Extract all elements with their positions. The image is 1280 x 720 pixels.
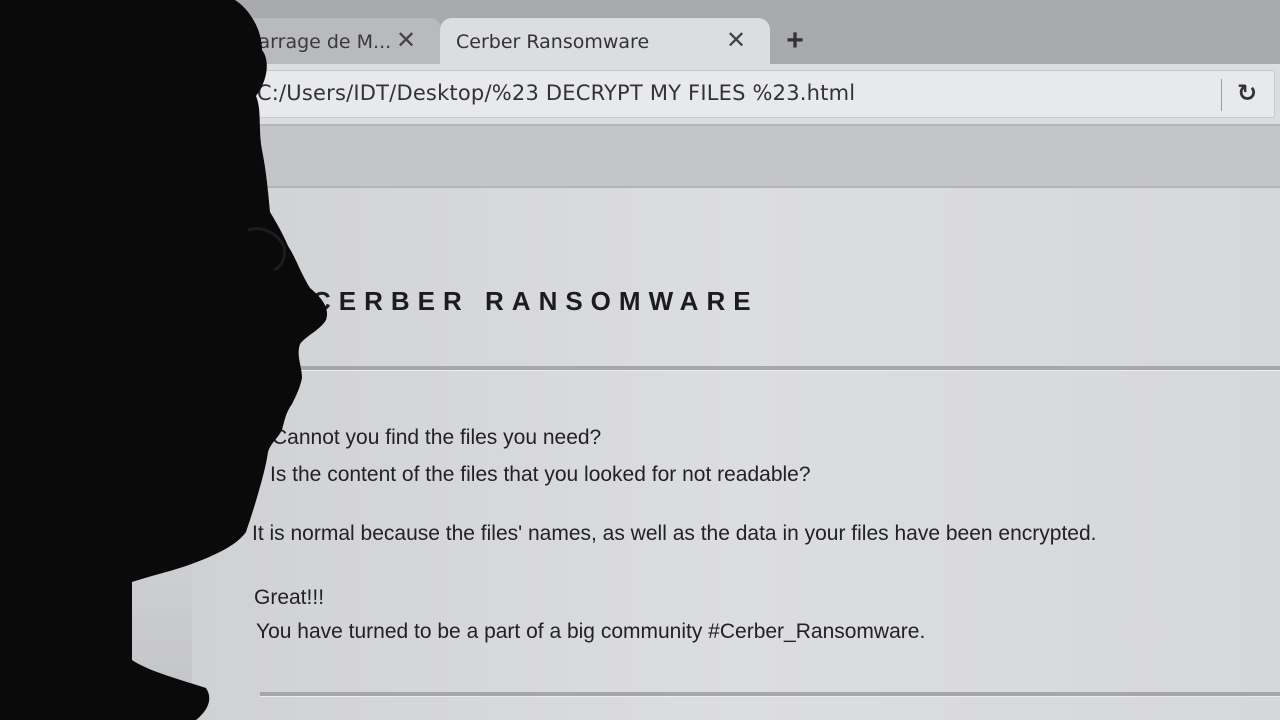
- page-title: CERBER RANSOMWARE: [312, 286, 759, 316]
- close-icon[interactable]: ✕: [724, 28, 748, 52]
- tab-strip: marrage de M... ✕ Cerber Ransomware ✕ +: [0, 0, 1280, 66]
- paragraph: It is normal because the files' names, a…: [252, 522, 1097, 545]
- address-divider: [1221, 79, 1222, 111]
- paragraph: Great!!!: [254, 586, 325, 609]
- paragraph: Is the content of the files that you loo…: [270, 463, 811, 486]
- close-icon[interactable]: ✕: [394, 28, 418, 52]
- page-header-band: [0, 126, 1280, 188]
- plus-icon[interactable]: +: [780, 24, 810, 58]
- address-bar[interactable]: file:///C:/Users/IDT/Desktop/%23 DECRYPT…: [150, 70, 1275, 118]
- ransom-note-page: CERBER RANSOMWARE Cannot you find the fi…: [192, 188, 1280, 720]
- monitor-screen: marrage de M... ✕ Cerber Ransomware ✕ + …: [0, 0, 1280, 720]
- tab-cerber-ransomware[interactable]: Cerber Ransomware ✕: [440, 18, 770, 66]
- reload-icon[interactable]: ↻: [1234, 81, 1260, 107]
- tab-title: Cerber Ransomware: [456, 31, 650, 53]
- tab-inactive[interactable]: marrage de M... ✕: [200, 18, 440, 66]
- address-url[interactable]: file:///C:/Users/IDT/Desktop/%23 DECRYPT…: [195, 81, 855, 105]
- paragraph: Cannot you find the files you need?: [272, 426, 602, 449]
- divider-bottom: [260, 692, 1280, 697]
- paragraph: You have turned to be a part of a big co…: [256, 620, 926, 643]
- tab-title: marrage de M...: [240, 31, 392, 53]
- divider-top: [282, 366, 1280, 371]
- browser-toolbar: file:///C:/Users/IDT/Desktop/%23 DECRYPT…: [0, 64, 1280, 126]
